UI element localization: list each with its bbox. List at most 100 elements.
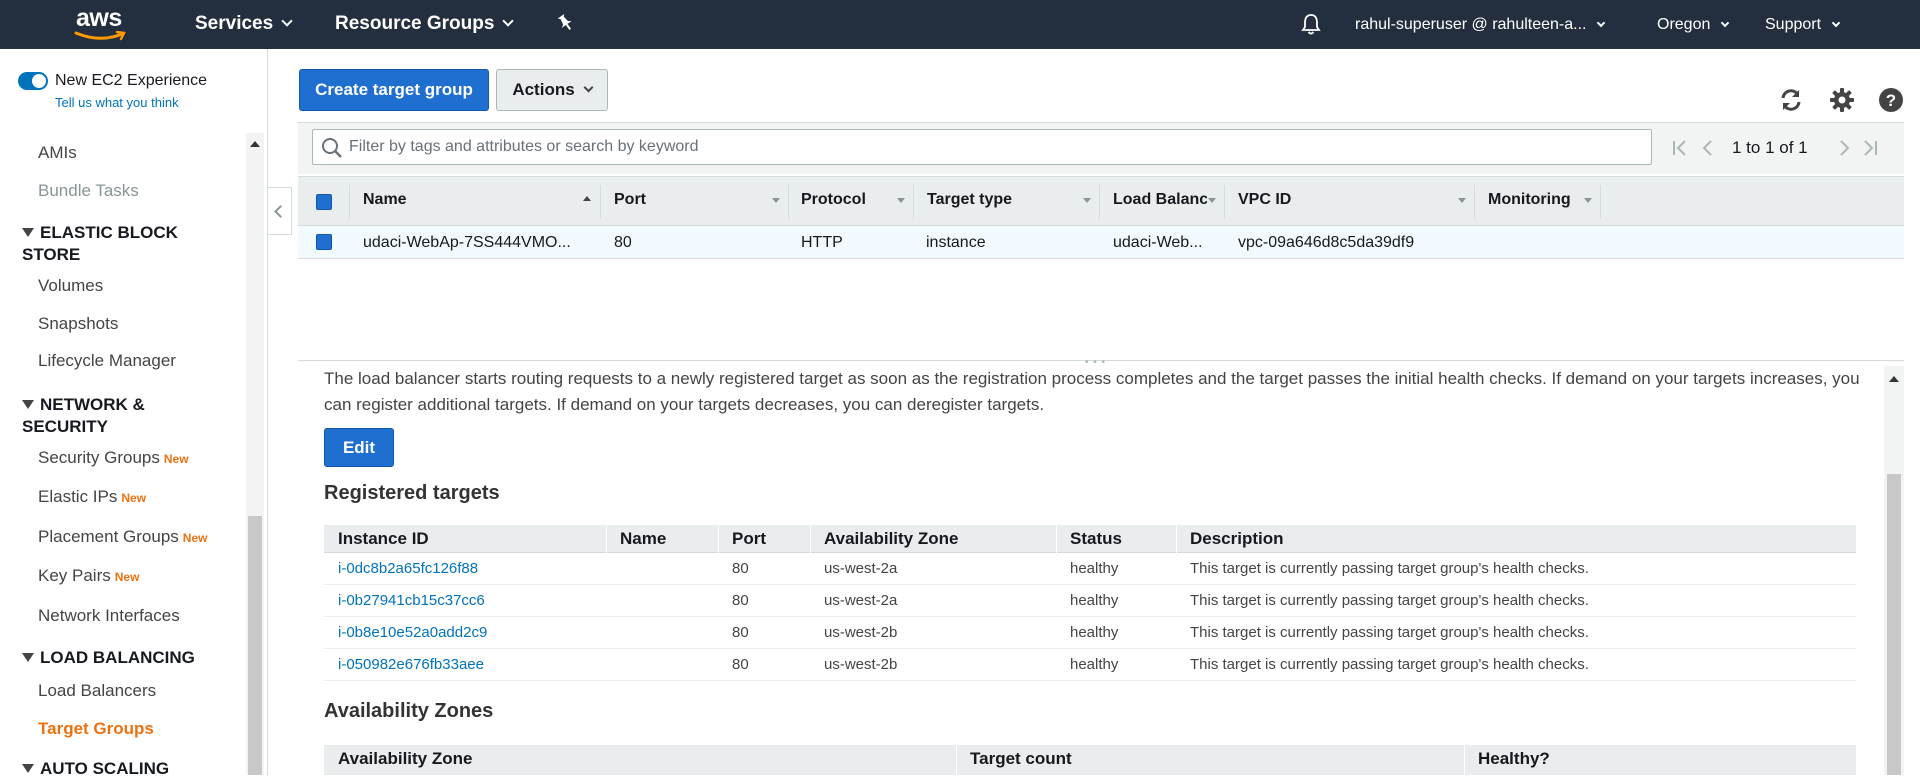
select-all-checkbox[interactable] xyxy=(316,194,332,210)
sidebar-section-auto-scaling[interactable]: AUTO SCALING xyxy=(22,758,169,780)
details-scrollbar[interactable] xyxy=(1884,366,1904,775)
cell-status: healthy xyxy=(1070,624,1119,641)
column-header-load-balancer[interactable]: Load Balanc xyxy=(1113,191,1207,209)
cell-description: This target is currently passing target … xyxy=(1190,624,1589,641)
scrollbar-thumb[interactable] xyxy=(1887,474,1901,775)
column-header-name[interactable]: Name xyxy=(363,191,407,209)
cell-description: This target is currently passing target … xyxy=(1190,560,1589,577)
chevron-down-icon xyxy=(1831,18,1841,28)
sort-caret-icon[interactable] xyxy=(897,198,905,203)
column-header-protocol[interactable]: Protocol xyxy=(801,191,866,209)
sort-caret-icon[interactable] xyxy=(1208,198,1216,203)
bell-icon[interactable] xyxy=(1300,12,1322,36)
aws-logo-text: aws xyxy=(76,4,122,32)
search-input[interactable] xyxy=(349,136,1639,158)
first-page-icon[interactable] xyxy=(1670,137,1690,159)
table-row: i-0b27941cb15c37cc6 80 us-west-2a health… xyxy=(324,585,1856,617)
sidebar-item-amis[interactable]: AMIs xyxy=(38,143,77,163)
next-page-icon[interactable] xyxy=(1834,137,1854,159)
sidebar-item-volumes[interactable]: Volumes xyxy=(38,276,103,296)
aws-smile-icon xyxy=(74,31,126,41)
new-badge: New xyxy=(163,452,189,466)
region-label: Oregon xyxy=(1657,16,1711,33)
registered-targets-header: Instance ID Name Port Availability Zone … xyxy=(324,525,1856,553)
sort-caret-icon[interactable] xyxy=(1458,198,1466,203)
gear-icon[interactable] xyxy=(1829,87,1855,113)
resource-groups-label: Resource Groups xyxy=(335,13,495,34)
sidebar-item-security-groups[interactable]: Security Groups New xyxy=(38,448,189,468)
search-icon xyxy=(322,138,342,158)
sort-ascending-icon[interactable] xyxy=(583,196,591,201)
cell-vpc-id: vpc-09a646d8c5da39df9 xyxy=(1238,234,1415,251)
sidebar-section-load-balancing[interactable]: LOAD BALANCING xyxy=(22,647,195,669)
column-header-status: Status xyxy=(1070,529,1122,548)
toggle-knob xyxy=(32,74,46,88)
sidebar-section-network-label: NETWORK & SECURITY xyxy=(22,395,145,436)
column-header-monitoring[interactable]: Monitoring xyxy=(1488,191,1571,209)
sidebar-item-elastic-ips[interactable]: Elastic IPs New xyxy=(38,487,146,507)
table-header: Name Port Protocol Target type Load Bala… xyxy=(298,176,1904,226)
instance-id-link[interactable]: i-0b8e10e52a0add2c9 xyxy=(338,624,487,641)
cell-status: healthy xyxy=(1070,592,1119,609)
instance-id-link[interactable]: i-0b27941cb15c37cc6 xyxy=(338,592,485,609)
services-menu[interactable]: Services xyxy=(195,13,293,35)
sidebar-scrollbar[interactable] xyxy=(246,133,264,775)
region-menu[interactable]: Oregon xyxy=(1657,16,1730,34)
chevron-left-icon xyxy=(274,205,287,218)
sort-caret-icon[interactable] xyxy=(772,198,780,203)
sort-caret-icon[interactable] xyxy=(1083,198,1091,203)
sidebar-item-key-pairs[interactable]: Key Pairs New xyxy=(38,566,139,586)
details-panel: The load balancer starts routing request… xyxy=(298,366,1884,775)
new-ec2-experience-toggle[interactable] xyxy=(18,72,48,90)
instance-id-link[interactable]: i-050982e676fb33aee xyxy=(338,656,484,673)
triangle-down-icon xyxy=(22,764,34,773)
column-header-vpc-id[interactable]: VPC ID xyxy=(1238,191,1291,209)
sidebar-section-network[interactable]: NETWORK & SECURITY xyxy=(22,394,182,438)
resource-groups-menu[interactable]: Resource Groups xyxy=(335,13,515,35)
sidebar-section-ebs-label: ELASTIC BLOCK STORE xyxy=(22,223,178,264)
edit-targets-button[interactable]: Edit xyxy=(324,428,394,467)
new-ec2-experience-label: New EC2 Experience xyxy=(55,72,208,89)
help-icon[interactable]: ? xyxy=(1878,87,1904,113)
column-header-healthy: Healthy? xyxy=(1478,749,1550,768)
cell-availability-zone: us-west-2a xyxy=(824,560,898,577)
column-header-port[interactable]: Port xyxy=(614,191,646,209)
scrollbar-thumb[interactable] xyxy=(248,516,262,775)
sidebar-item-load-balancers[interactable]: Load Balancers xyxy=(38,681,156,701)
column-divider xyxy=(349,185,350,219)
sidebar-section-ebs[interactable]: ELASTIC BLOCK STORE xyxy=(22,222,222,266)
sidebar-item-placement-groups[interactable]: Placement Groups New xyxy=(38,527,207,547)
refresh-icon[interactable] xyxy=(1778,87,1804,113)
table-row[interactable]: udaci-WebAp-7SS444VMO... 80 HTTP instanc… xyxy=(298,226,1904,259)
column-header-target-type[interactable]: Target type xyxy=(927,191,1012,209)
account-menu[interactable]: rahul-superuser @ rahulteen-a... xyxy=(1355,16,1606,34)
scroll-up-arrow-icon[interactable] xyxy=(1889,376,1899,382)
cell-description: This target is currently passing target … xyxy=(1190,656,1589,673)
sidebar-item-target-groups[interactable]: Target Groups xyxy=(38,719,154,739)
last-page-icon[interactable] xyxy=(1860,137,1880,159)
scroll-up-arrow-icon[interactable] xyxy=(250,141,260,147)
row-checkbox[interactable] xyxy=(316,234,332,250)
actions-button[interactable]: Actions xyxy=(496,69,608,111)
pin-icon[interactable] xyxy=(556,13,574,33)
sidebar-item-snapshots[interactable]: Snapshots xyxy=(38,314,118,334)
table-row: i-050982e676fb33aee 80 us-west-2b health… xyxy=(324,649,1856,681)
sort-caret-icon[interactable] xyxy=(1584,198,1592,203)
aws-logo[interactable]: aws xyxy=(74,4,130,44)
collapse-sidebar-button[interactable] xyxy=(268,187,292,235)
create-target-group-button[interactable]: Create target group xyxy=(299,69,489,111)
instance-id-link[interactable]: i-0dc8b2a65fc126f88 xyxy=(338,560,478,577)
sidebar-item-label: Elastic IPs xyxy=(38,487,118,506)
support-menu[interactable]: Support xyxy=(1765,16,1841,34)
sidebar-item-bundle-tasks[interactable]: Bundle Tasks xyxy=(38,181,139,201)
cell-port: 80 xyxy=(732,560,749,577)
column-divider xyxy=(956,745,957,775)
sidebar-section-autoscaling-label: AUTO SCALING xyxy=(40,759,170,778)
search-box[interactable] xyxy=(312,129,1652,165)
previous-page-icon[interactable] xyxy=(1698,137,1718,159)
cell-load-balancer: udaci-Web... xyxy=(1113,234,1203,251)
feedback-link[interactable]: Tell us what you think xyxy=(55,95,179,110)
svg-text:?: ? xyxy=(1886,91,1896,110)
sidebar-item-lifecycle-manager[interactable]: Lifecycle Manager xyxy=(38,351,176,371)
sidebar-item-network-interfaces[interactable]: Network Interfaces xyxy=(38,606,180,626)
